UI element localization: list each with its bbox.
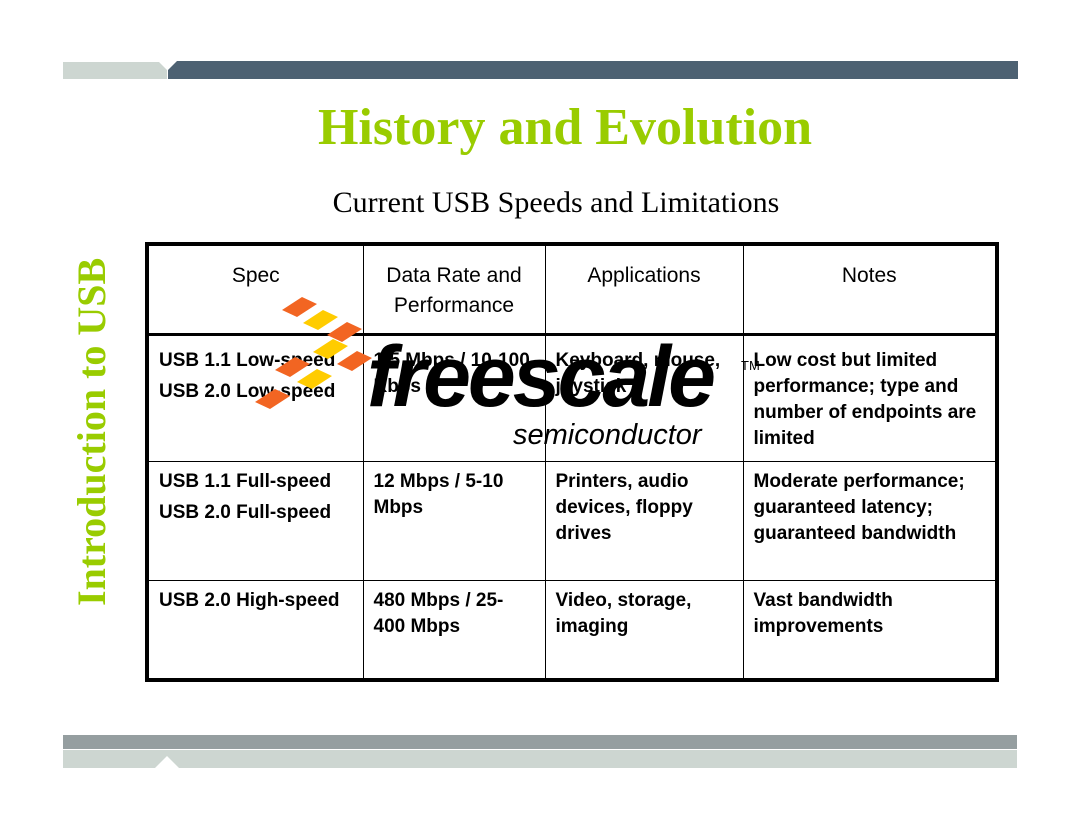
- slide-subtitle: Current USB Speeds and Limitations: [332, 186, 780, 219]
- table-row: USB 2.0 High-speed 480 Mbps / 25-400 Mbp…: [146, 580, 998, 681]
- top-bar-right-decoration: [168, 61, 1018, 79]
- side-section-label: Introduction to USB: [69, 257, 114, 606]
- cell-spec: USB 1.1 Low-speed USB 2.0 Low-speed: [146, 334, 364, 462]
- spec-item: USB 2.0 Full-speed: [159, 502, 332, 523]
- header-data-rate: Data Rate and Performance: [362, 243, 546, 336]
- table-row: USB 1.1 Full-speed USB 2.0 Full-speed 12…: [146, 461, 998, 581]
- cell-data-rate: 480 Mbps / 25-400 Mbps: [362, 580, 546, 681]
- cell-notes: Moderate performance; guaranteed latency…: [742, 461, 998, 581]
- cell-applications: Keyboard, mouse, joystick: [544, 334, 744, 462]
- table-row: USB 1.1 Low-speed USB 2.0 Low-speed 1.5 …: [146, 334, 998, 462]
- cell-spec: USB 1.1 Full-speed USB 2.0 Full-speed: [146, 461, 364, 581]
- header-notes: Notes: [742, 243, 998, 336]
- cell-data-rate: 1.5 Mbps / 10-100 Kbps: [362, 334, 546, 462]
- header-spec: Spec: [146, 243, 364, 336]
- usb-speeds-table: Spec Data Rate and Performance Applicati…: [145, 242, 999, 682]
- cell-notes: Vast bandwidth improvements: [742, 580, 998, 681]
- top-bar-left-decoration: [63, 62, 167, 79]
- cell-spec: USB 2.0 High-speed: [146, 580, 364, 681]
- slide-title: History and Evolution: [317, 99, 813, 156]
- spec-item: USB 1.1 Low-speed: [159, 350, 336, 371]
- spec-item: USB 2.0 High-speed: [159, 590, 340, 611]
- cell-applications: Video, storage, imaging: [544, 580, 744, 681]
- bottom-bar-bottom-decoration: [63, 750, 1017, 768]
- bottom-bar-top-decoration: [63, 735, 1017, 749]
- header-applications: Applications: [544, 243, 744, 336]
- cell-notes: Low cost but limited performance; type a…: [742, 334, 998, 462]
- cell-data-rate: 12 Mbps / 5-10 Mbps: [362, 461, 546, 581]
- table-header-row: Spec Data Rate and Performance Applicati…: [146, 243, 998, 336]
- spec-item: USB 2.0 Low-speed: [159, 381, 336, 402]
- spec-item: USB 1.1 Full-speed: [159, 471, 332, 492]
- cell-applications: Printers, audio devices, floppy drives: [544, 461, 744, 581]
